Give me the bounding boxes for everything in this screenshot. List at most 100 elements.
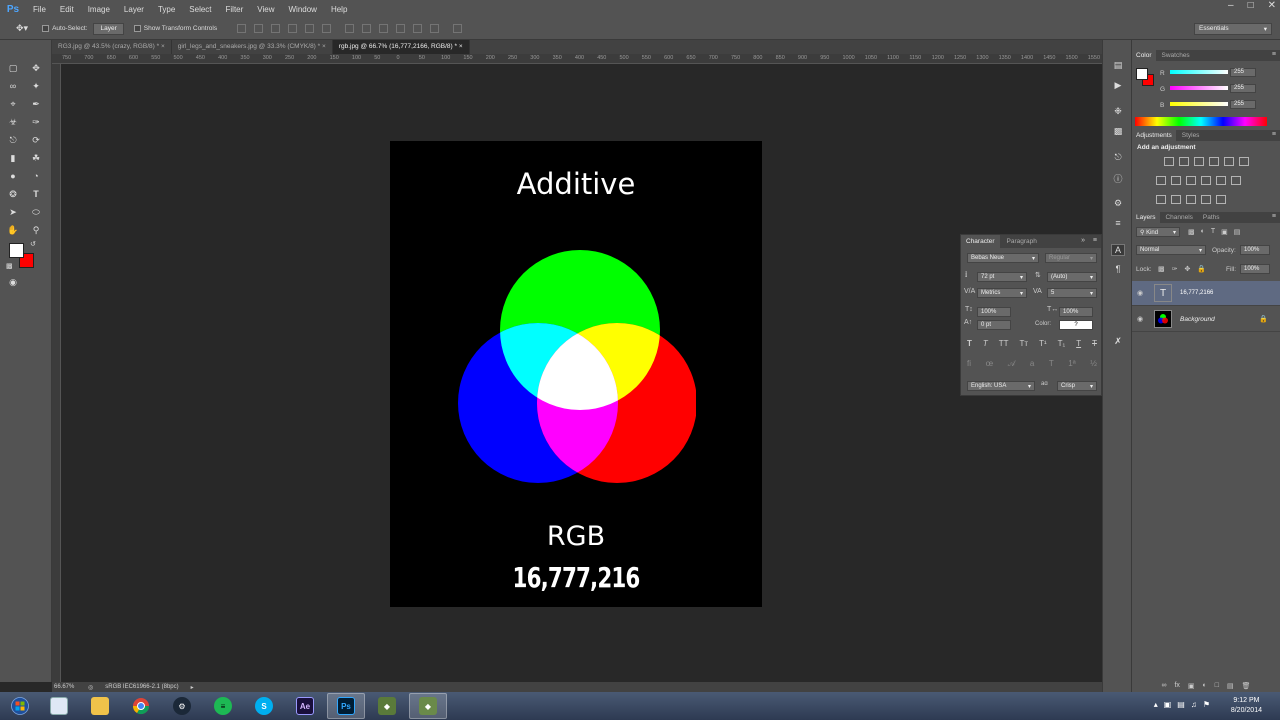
status-info-icon[interactable]: ◎ [88,684,93,691]
tab-paragraph[interactable]: Paragraph [1002,235,1042,248]
panel-menu-icon[interactable]: ≡ [1272,51,1276,58]
filter-pixel-icon[interactable]: ▩ [1188,228,1195,236]
language-dropdown[interactable]: English: USA ▾ [967,381,1035,391]
minimize-icon[interactable]: – [1228,0,1234,11]
close-icon[interactable]: × [459,43,463,50]
selective-color-icon[interactable] [1201,195,1211,204]
history-icon[interactable]: ▤ [1111,60,1125,72]
green-channel-value[interactable]: 255 [1230,84,1256,93]
healing-brush-tool-icon[interactable]: ☣ [3,114,23,130]
ordinals-icon[interactable]: 1ª [1068,359,1075,369]
menu-image[interactable]: Image [81,5,117,14]
tab-swatches[interactable]: Swatches [1158,50,1194,61]
visibility-eye-icon[interactable]: ◉ [1132,315,1148,323]
small-caps-icon[interactable]: Tт [1020,339,1029,348]
ellipse-tool-icon[interactable]: ⬭ [26,204,46,220]
filter-type-icon[interactable]: T [1211,228,1215,236]
faux-italic-icon[interactable]: T [983,339,988,348]
blue-channel-value[interactable]: 255 [1230,100,1256,109]
actions-play-icon[interactable]: ▶ [1111,80,1125,92]
vertical-scale-field[interactable]: 100% [977,307,1011,317]
link-layers-icon[interactable]: ∞ [1161,682,1166,690]
move-tool-icon[interactable]: ✥▾ [16,23,28,34]
zoom-tool-icon[interactable]: ⚲ [26,222,46,238]
hue-saturation-icon[interactable] [1156,176,1166,185]
distribute-left-icon[interactable] [396,24,406,33]
exposure-icon[interactable] [1209,157,1219,166]
volume-icon[interactable]: ♫ [1191,700,1197,709]
history-brush-tool-icon[interactable]: ⟳ [26,132,46,148]
align-hcenter-icon[interactable] [305,24,315,33]
tab-styles[interactable]: Styles [1178,130,1204,141]
taskbar-clock[interactable]: 9:12 PM 8/20/2014 [1231,696,1262,716]
close-icon[interactable]: ✕ [1268,0,1276,11]
threshold-icon[interactable] [1186,195,1196,204]
delete-layer-icon[interactable]: 🗑 [1242,682,1251,690]
tools-cross-icon[interactable]: ✗ [1111,336,1125,348]
ligatures-icon[interactable]: fi [967,359,971,369]
restore-icon[interactable]: □ [1248,0,1254,11]
red-channel-slider[interactable] [1170,70,1228,74]
opacity-field[interactable]: 100% [1240,245,1270,255]
clone-source-icon[interactable]: ⎋ [1111,152,1125,164]
distribute-vcenter-icon[interactable] [362,24,372,33]
lock-image-icon[interactable]: ✑ [1172,265,1178,273]
panel-menu-icon[interactable]: ≡ [1093,237,1097,244]
menu-window[interactable]: Window [282,5,324,14]
filter-adjustment-icon[interactable]: ◐ [1201,228,1205,236]
taskbar-file-manager[interactable] [81,693,119,719]
black-white-icon[interactable] [1186,176,1196,185]
lasso-tool-icon[interactable]: ∞ [3,78,23,94]
taskbar-explorer[interactable] [40,693,78,719]
layer-row-background[interactable]: ◉ Background 🔒 [1132,307,1280,332]
taskbar-spotify[interactable]: ≡ [204,693,242,719]
titling-icon[interactable]: T [1049,359,1054,369]
filter-smart-icon[interactable]: ▤ [1234,228,1241,236]
workspace-dropdown[interactable]: Essentials ▾ [1194,23,1272,35]
menu-select[interactable]: Select [182,5,218,14]
horizontal-scale-field[interactable]: 100% [1059,307,1093,317]
taskbar-game-app-2[interactable]: ◆ [409,693,447,719]
menu-layer[interactable]: Layer [117,5,151,14]
quick-mask-icon[interactable]: ◉ [3,274,23,290]
tracking-field[interactable]: 5 ▾ [1047,288,1097,298]
taskbar-skype[interactable]: S [245,693,283,719]
eyedropper-tool-icon[interactable]: ✒ [26,96,46,112]
layer-mask-icon[interactable]: ▣ [1188,682,1195,690]
lock-position-icon[interactable]: ✥ [1185,265,1191,273]
align-right-icon[interactable] [322,24,332,33]
properties-icon[interactable]: ⚙ [1111,198,1125,210]
tab-channels[interactable]: Channels [1161,212,1196,223]
vibrance-icon[interactable] [1224,157,1234,166]
brightness-contrast-icon[interactable] [1164,157,1174,166]
type-tool-icon[interactable]: T [26,186,46,202]
taskbar-steam[interactable]: ⚙ [163,693,201,719]
distribute-bottom-icon[interactable] [379,24,389,33]
blur-tool-icon[interactable]: ● [3,168,23,184]
tab-paths[interactable]: Paths [1199,212,1224,223]
baseline-shift-field[interactable]: 0 pt [977,320,1011,330]
layer-style-icon[interactable]: fx [1174,682,1179,690]
leading-field[interactable]: (Auto) ▾ [1047,272,1097,282]
align-vcenter-icon[interactable] [254,24,264,33]
color-panel-foreground[interactable] [1136,68,1148,80]
doc-tab-rgb[interactable]: rgb.jpg @ 66.7% (16,777,2166, RGB/8) * × [332,40,470,54]
menu-filter[interactable]: Filter [219,5,251,14]
distribute-right-icon[interactable] [430,24,440,33]
distribute-hcenter-icon[interactable] [413,24,423,33]
info-icon[interactable]: ⓘ [1111,172,1125,184]
taskbar-after-effects[interactable]: Ae [286,693,324,719]
blend-mode-dropdown[interactable]: Normal ▾ [1136,245,1206,255]
brush-tool-icon[interactable]: ✑ [26,114,46,130]
underline-icon[interactable]: T [1076,339,1081,348]
close-icon[interactable]: × [322,43,326,50]
doc-tab-rg3[interactable]: RG3.jpg @ 43.5% (crazy, RGB/8) * × [52,40,172,54]
character-panel-icon[interactable]: A [1111,244,1125,256]
align-left-icon[interactable] [288,24,298,33]
clone-stamp-tool-icon[interactable]: ⎋ [3,132,23,148]
alternate-icon[interactable]: œ [986,359,994,369]
ruler-top[interactable]: 750 700 650 600 550 500 450 400 350 300 250 200 150 1… [52,54,1102,64]
distribute-top-icon[interactable] [345,24,355,33]
dodge-tool-icon[interactable]: ◔ [26,168,46,184]
text-color-swatch[interactable]: ? [1059,320,1093,330]
